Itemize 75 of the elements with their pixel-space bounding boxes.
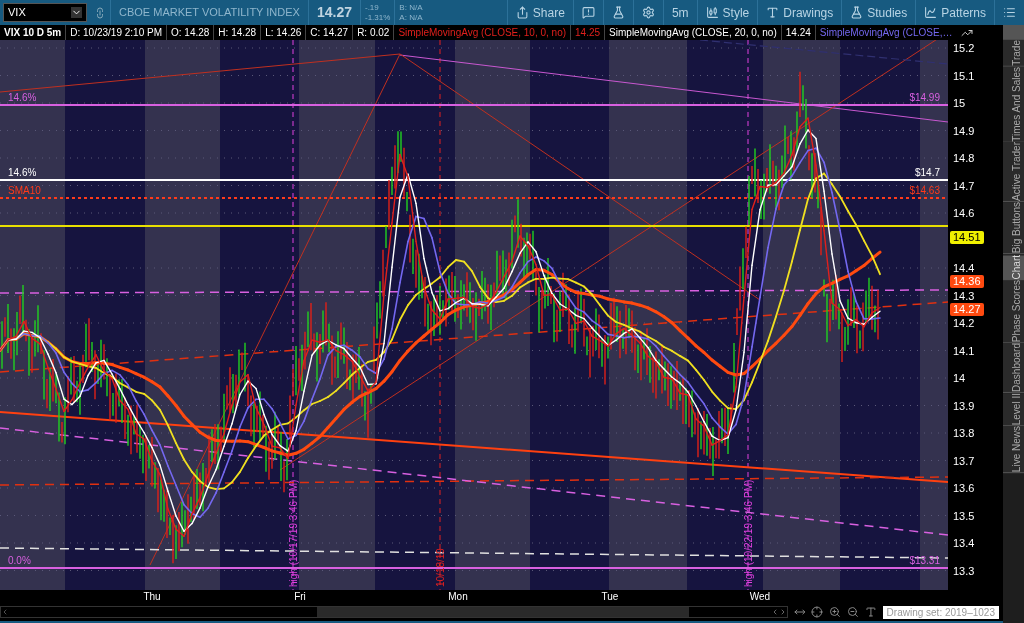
scroll-left-icon[interactable]: [1, 608, 9, 616]
level-label: 14.6%: [8, 167, 37, 178]
axis-tick-label: 13.7: [953, 454, 975, 467]
zoom-out-icon[interactable]: [846, 606, 859, 618]
link-icon[interactable]: [94, 6, 106, 19]
study-name: SimpleMovingAvg (CLOSE,…: [818, 26, 954, 40]
axis-tick-label: 14: [953, 372, 966, 384]
study-name: SimpleMovingAvg (CLOSE, 20, 0, no): [608, 26, 778, 40]
axis-tick-label: 13.9: [953, 399, 975, 412]
axis-day-label: Tue: [601, 590, 619, 603]
sidebar-tab[interactable]: Live News: [1003, 426, 1024, 474]
axis-tick-label: 14.8: [953, 152, 975, 164]
axis-tick-label: 13.8: [953, 427, 975, 439]
axis-tick-label: 14.2: [953, 317, 975, 329]
sidebar-tab[interactable]: Chart: [1003, 254, 1024, 280]
axis-tick-label: 13.4: [953, 537, 975, 549]
share-icon: [515, 6, 529, 19]
level-price-label: $14.63: [909, 185, 940, 196]
level-label: 14.6%: [8, 92, 37, 103]
axis-tick-label: 14.9: [953, 124, 975, 137]
price-badge: 14.36: [950, 275, 984, 288]
axis-tick-label: 14.3: [953, 289, 975, 302]
bid-price: B: N/A: [399, 2, 423, 13]
level-label: SMA10: [8, 185, 41, 196]
level-price-label: $14.7: [914, 167, 940, 178]
chart-line-icon: [924, 6, 938, 19]
percent-change: -1.31%: [365, 12, 391, 23]
flask-icon: [850, 6, 864, 19]
axis-day-label: Fri: [294, 590, 306, 603]
axis-day-label: Mon: [448, 590, 468, 603]
axis-day-label: Thu: [143, 590, 161, 603]
text-icon: [766, 6, 780, 19]
pan-icon[interactable]: [793, 606, 806, 618]
message-alert-icon: [581, 6, 595, 19]
study-name: SimpleMovingAvg (CLOSE, 10, 0, no): [397, 26, 568, 40]
sidebar-tab[interactable]: Trade: [1003, 40, 1024, 67]
vertical-note: 10/18/19: [435, 548, 446, 587]
sidebar-tab[interactable]: Dashboard: [1003, 343, 1024, 394]
sidebar-tab[interactable]: Active Trader: [1003, 142, 1024, 203]
ask-price: A: N/A: [399, 12, 423, 23]
axis-tick-label: 15: [953, 97, 966, 109]
settings-icon: [641, 6, 655, 19]
menu-icon: [1003, 6, 1016, 19]
candlestick-icon: [705, 6, 719, 19]
axis-tick-label: 14.7: [953, 179, 975, 192]
axis-tick-label: 13.3: [953, 564, 975, 577]
net-change: -.19: [365, 2, 380, 13]
text-icon[interactable]: [864, 606, 877, 618]
level-label: 0.0%: [8, 555, 31, 566]
axis-tick-label: 15.1: [953, 69, 975, 82]
axis-tick-label: 15.2: [953, 42, 975, 54]
axis-tick-label: 14.1: [953, 344, 975, 357]
flask-icon: [611, 6, 625, 19]
axis-tick-label: 14.4: [953, 262, 975, 274]
level-price-label: $14.99: [909, 92, 940, 103]
level-price-label: $13.31: [909, 555, 940, 566]
sidebar-header: [1003, 25, 1024, 40]
axis-day-label: Wed: [749, 590, 771, 603]
price-badge: 14.27: [950, 303, 984, 316]
sidebar-tab[interactable]: Phase Scores: [1003, 279, 1024, 344]
vertical-note: high (10/17/19 3:46 PM): [288, 479, 299, 587]
sidebar-tab[interactable]: Level II: [1003, 393, 1024, 427]
axis-tick-label: 14.6: [953, 207, 975, 219]
sidebar-tab[interactable]: Times And Sales: [1003, 66, 1024, 143]
axis-tick-label: 13.5: [953, 509, 975, 522]
sidebar-tab[interactable]: Big Buttons: [1003, 202, 1024, 255]
crosshair-icon[interactable]: [811, 606, 824, 618]
symbol-field[interactable]: VIX: [3, 3, 87, 22]
zoom-in-icon[interactable]: [829, 606, 841, 618]
vertical-note: high (10/22/19 3:46 PM): [743, 479, 754, 587]
price-badge: 14.51: [950, 231, 984, 244]
axis-tick-label: 13.6: [953, 482, 975, 494]
scrollbar-thumb[interactable]: [317, 607, 689, 617]
dropdown-caret-icon: [71, 7, 82, 18]
horizontal-scrollbar[interactable]: [0, 606, 788, 618]
